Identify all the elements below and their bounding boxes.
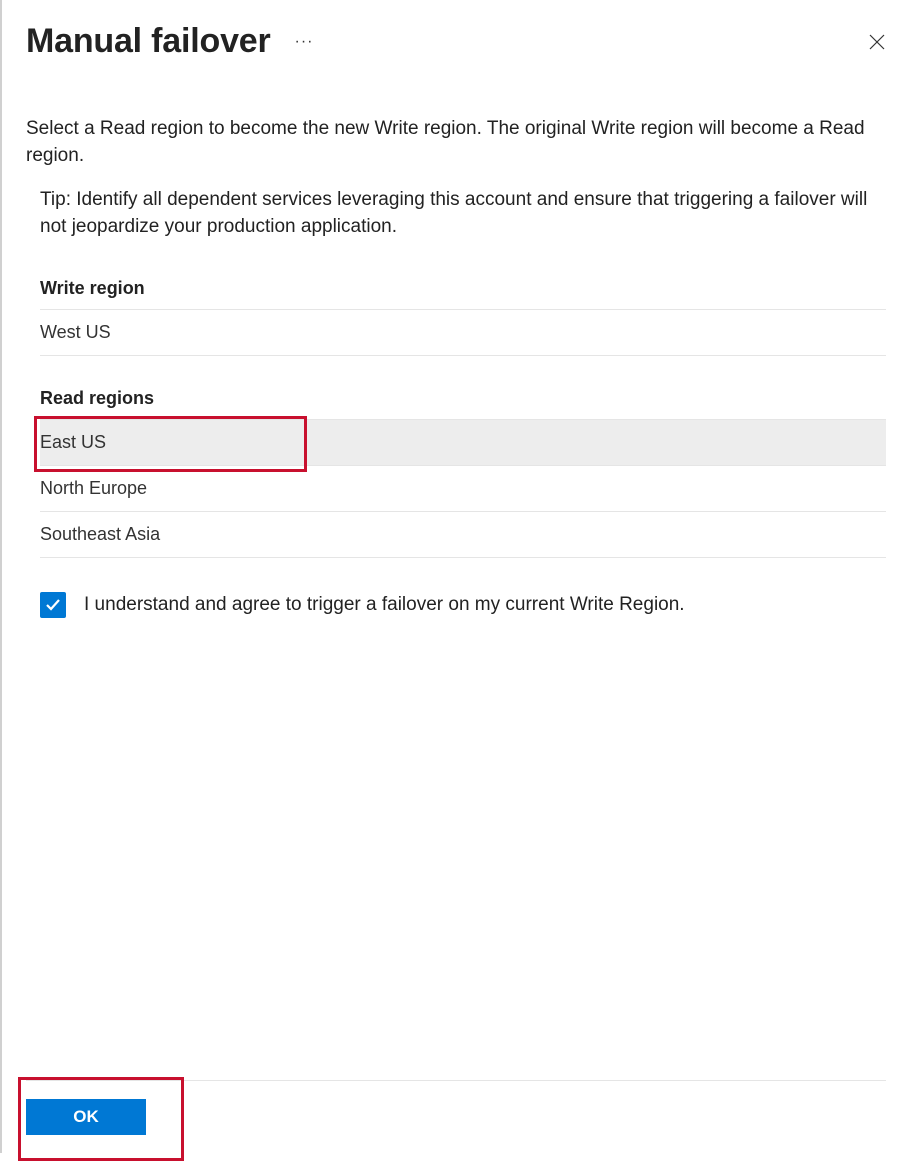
description-text: Select a Read region to become the new W… xyxy=(26,116,886,169)
consent-row: I understand and agree to trigger a fail… xyxy=(40,592,886,618)
read-region-item[interactable]: North Europe xyxy=(40,466,886,512)
tip-text: Tip: Identify all dependent services lev… xyxy=(40,187,886,240)
panel-header: Manual failover ··· xyxy=(26,22,886,61)
header-left: Manual failover ··· xyxy=(26,22,314,61)
write-region-label: Write region xyxy=(40,268,886,310)
read-region-name: North Europe xyxy=(40,478,147,498)
more-icon[interactable]: ··· xyxy=(295,33,314,51)
read-region-name: Southeast Asia xyxy=(40,524,160,544)
consent-checkbox[interactable] xyxy=(40,592,66,618)
read-regions-label: Read regions xyxy=(40,378,886,420)
panel-title: Manual failover xyxy=(26,22,271,61)
write-region-value: West US xyxy=(40,310,886,356)
read-region-item[interactable]: Southeast Asia xyxy=(40,512,886,558)
ok-button[interactable]: OK xyxy=(26,1099,146,1135)
read-region-item[interactable]: East US xyxy=(40,420,886,466)
panel-footer: OK xyxy=(26,1080,886,1153)
close-icon[interactable] xyxy=(868,33,886,51)
write-region-section: Write region West US xyxy=(40,268,886,356)
manual-failover-panel: Manual failover ··· Select a Read region… xyxy=(2,0,910,1153)
consent-label: I understand and agree to trigger a fail… xyxy=(84,594,685,616)
read-regions-section: Read regions East US North Europe Southe… xyxy=(40,378,886,558)
read-region-name: East US xyxy=(40,432,106,452)
